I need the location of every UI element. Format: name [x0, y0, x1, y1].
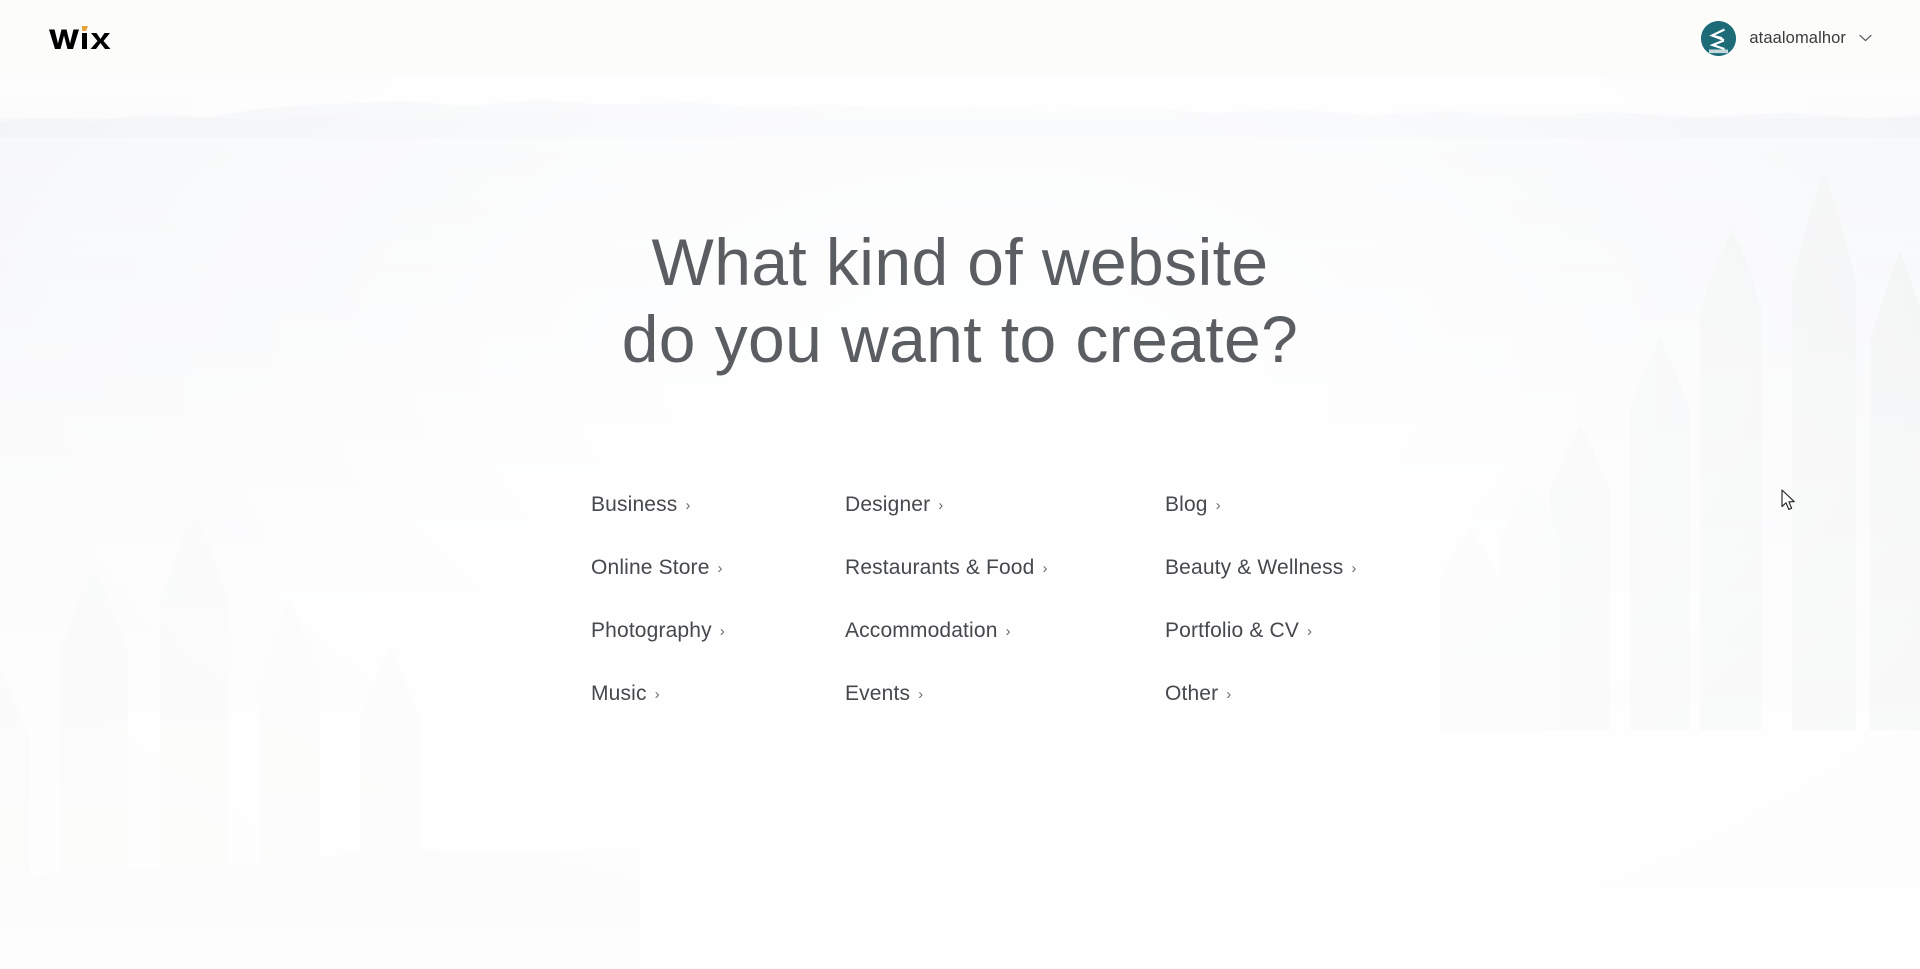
account-menu-button[interactable]: ataalomalhor	[1701, 20, 1872, 56]
category-label: Other	[1165, 682, 1219, 705]
category-item-photography[interactable]: Photography ›	[591, 620, 725, 641]
wix-logo-accent-dot	[82, 26, 88, 31]
account-name-label: ataalomalhor	[1749, 28, 1846, 47]
category-label: Business	[591, 493, 678, 516]
category-item-designer[interactable]: Designer ›	[845, 494, 943, 515]
chevron-right-icon: ›	[685, 497, 691, 514]
avatar	[1701, 20, 1737, 56]
background-landscape-image	[0, 0, 1920, 969]
category-item-online-store[interactable]: Online Store ›	[591, 557, 723, 578]
category-label: Restaurants & Food	[845, 556, 1035, 579]
category-label: Designer	[845, 493, 931, 516]
category-item-other[interactable]: Other ›	[1165, 683, 1231, 704]
category-label: Beauty & Wellness	[1165, 556, 1344, 579]
category-item-portfolio-cv[interactable]: Portfolio & CV ›	[1165, 620, 1312, 641]
category-item-accommodation[interactable]: Accommodation ›	[845, 620, 1011, 641]
chevron-right-icon: ›	[1226, 686, 1232, 703]
category-item-business[interactable]: Business ›	[591, 494, 691, 515]
chevron-right-icon: ›	[1215, 497, 1221, 514]
category-label: Music	[591, 682, 647, 705]
category-item-blog[interactable]: Blog ›	[1165, 494, 1221, 515]
category-item-music[interactable]: Music ›	[591, 683, 660, 704]
category-label: Accommodation	[845, 619, 998, 642]
page-title-line-1: What kind of website	[651, 225, 1269, 299]
chevron-right-icon: ›	[1005, 623, 1011, 640]
chevron-right-icon: ›	[1042, 560, 1048, 577]
category-label: Online Store	[591, 556, 710, 579]
chevron-right-icon: ›	[717, 560, 723, 577]
chevron-right-icon: ›	[938, 497, 944, 514]
background-white-veil	[0, 0, 1920, 969]
category-label: Portfolio & CV	[1165, 619, 1299, 642]
category-item-restaurants-food[interactable]: Restaurants & Food ›	[845, 557, 1048, 578]
category-item-beauty-wellness[interactable]: Beauty & Wellness ›	[1165, 557, 1357, 578]
category-label: Photography	[591, 619, 712, 642]
page-title-line-2: do you want to create?	[621, 302, 1299, 377]
chevron-right-icon: ›	[1307, 623, 1313, 640]
chevron-right-icon: ›	[1351, 560, 1357, 577]
avatar-glyph-icon	[1701, 20, 1737, 56]
chevron-right-icon: ›	[719, 623, 725, 640]
page-title: What kind of website do you want to crea…	[0, 224, 1920, 378]
category-label: Events	[845, 682, 911, 705]
category-item-events[interactable]: Events ›	[845, 683, 923, 704]
chevron-right-icon: ›	[654, 686, 660, 703]
chevron-right-icon: ›	[918, 686, 924, 703]
category-label: Blog	[1165, 493, 1208, 516]
website-category-list: Business › Designer › Blog › Online Stor…	[591, 494, 1357, 746]
wix-logo[interactable]	[48, 23, 114, 53]
wix-logo-icon	[49, 26, 111, 49]
top-header-bar: ataalomalhor	[0, 0, 1920, 76]
chevron-down-icon	[1859, 34, 1872, 42]
